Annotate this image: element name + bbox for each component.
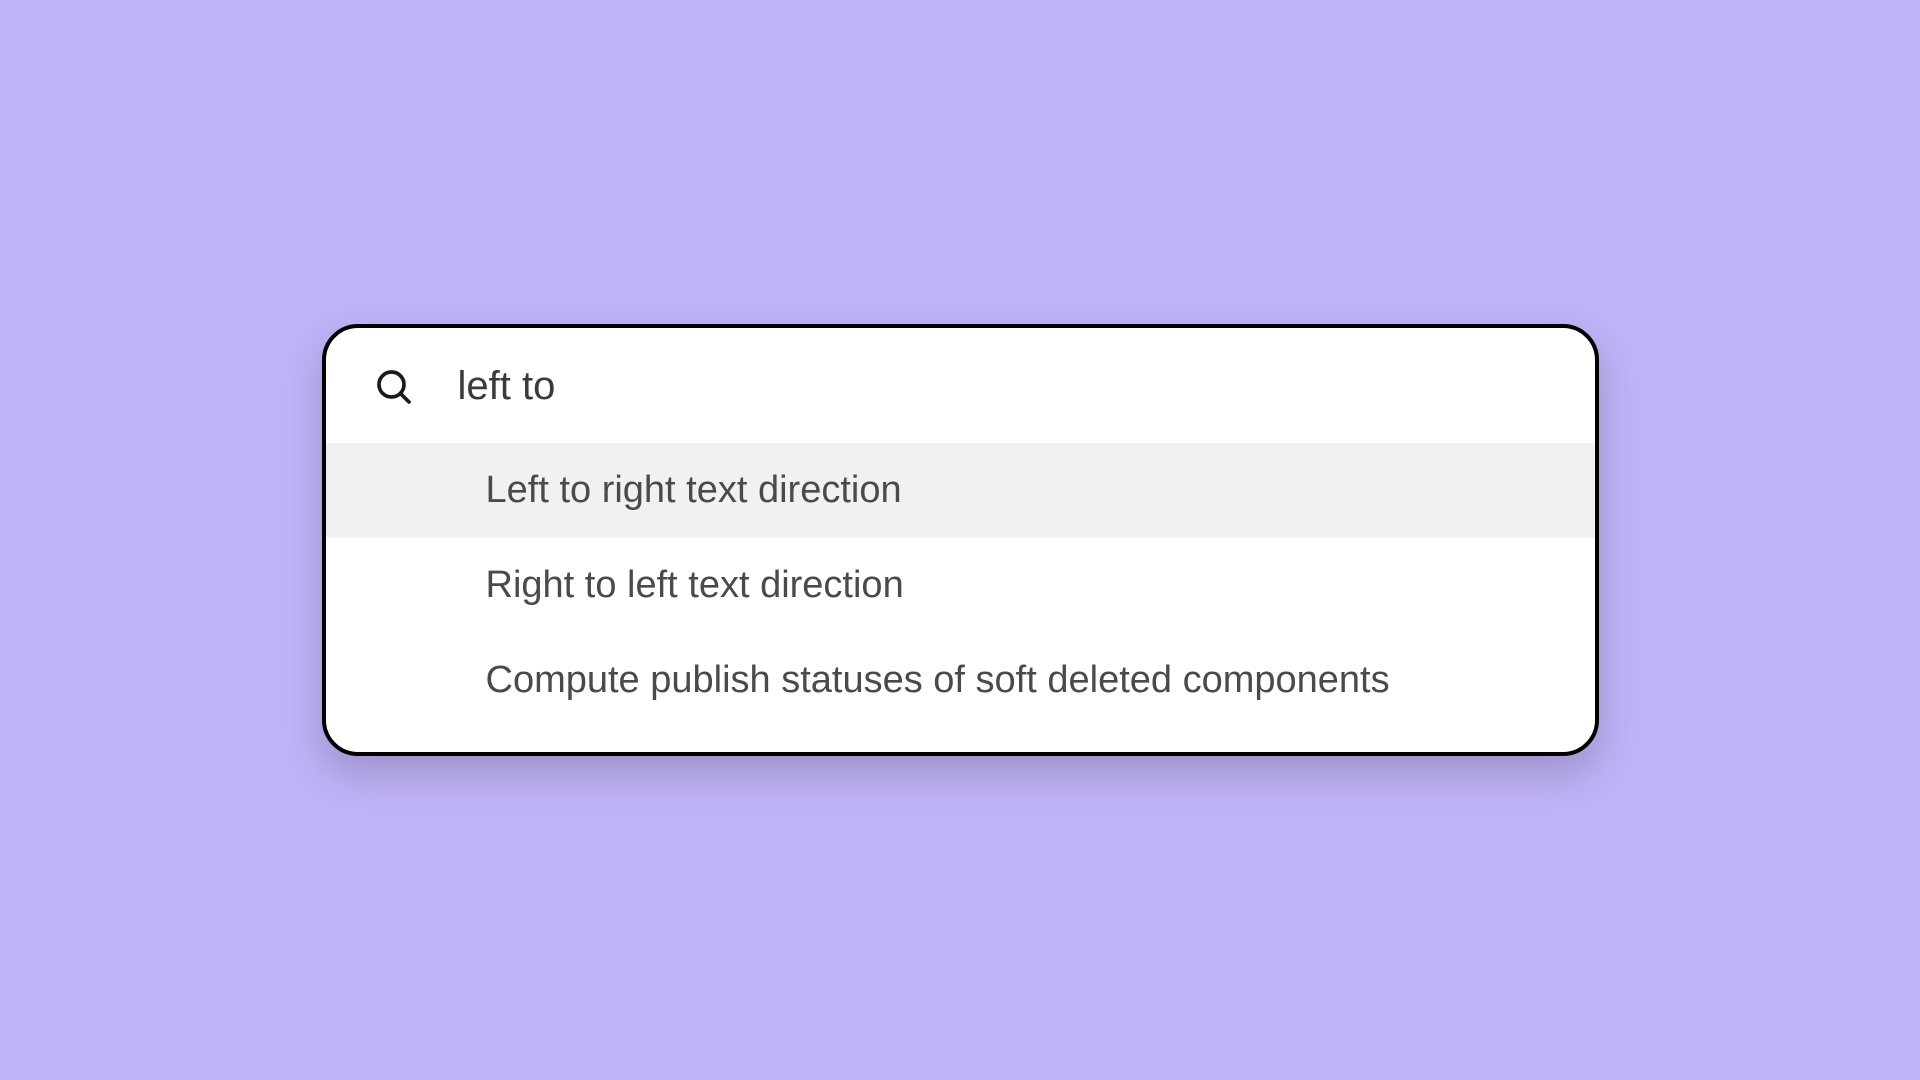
command-palette: Left to right text direction Right to le… [322,324,1599,756]
search-input[interactable] [458,364,1547,409]
search-row [326,328,1595,443]
result-item-rtl-text-direction[interactable]: Right to left text direction [326,538,1595,633]
result-item-ltr-text-direction[interactable]: Left to right text direction [326,443,1595,538]
result-item-compute-publish-statuses[interactable]: Compute publish statuses of soft deleted… [326,633,1595,728]
search-icon [374,367,414,407]
results-list: Left to right text direction Right to le… [326,443,1595,752]
